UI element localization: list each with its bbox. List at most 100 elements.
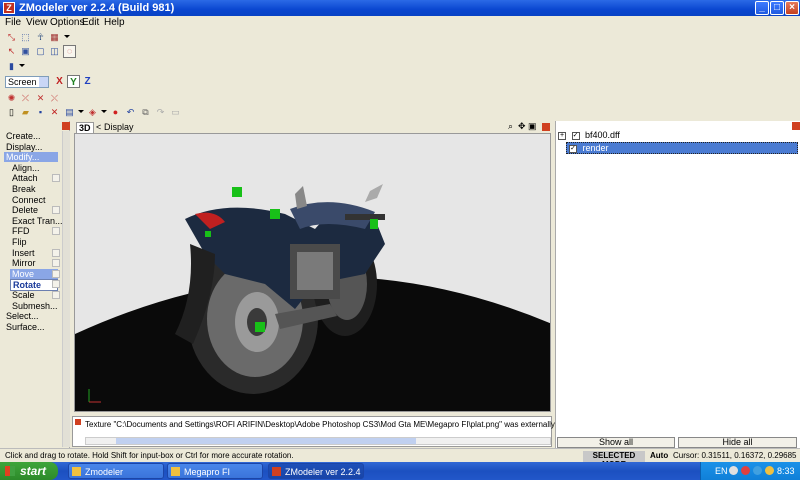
minimize-button[interactable]: _ xyxy=(755,1,769,15)
security-icon[interactable] xyxy=(741,466,750,475)
command-item[interactable]: Exact Tran... xyxy=(12,216,63,226)
viewport-back[interactable]: < xyxy=(96,122,101,132)
show-all-button[interactable]: Show all xyxy=(557,437,675,448)
menu-file[interactable]: File xyxy=(5,17,21,28)
select-all-icon[interactable]: ◫ xyxy=(48,45,61,58)
command-item[interactable]: Mirror xyxy=(12,258,36,268)
command-item[interactable]: Scale xyxy=(12,290,35,300)
pick-vertex-icon[interactable]: ⬚ xyxy=(19,31,32,44)
redo-icon[interactable]: ↷ xyxy=(154,106,167,119)
copy-icon[interactable]: ⧉ xyxy=(139,106,152,119)
task-zmodeler-window[interactable]: ZModeler ver 2.2.4 (... xyxy=(268,463,364,479)
maximize-button[interactable]: □ xyxy=(770,1,784,15)
command-options-button[interactable] xyxy=(52,248,60,257)
import-icon[interactable]: ▤ xyxy=(63,106,76,119)
command-options-button[interactable] xyxy=(52,280,60,289)
command-item[interactable]: Modify... xyxy=(4,152,58,163)
log-scrollbar[interactable] xyxy=(85,437,551,445)
hide-all-button[interactable]: Hide all xyxy=(678,437,797,448)
close-button[interactable]: × xyxy=(785,1,799,15)
command-item[interactable]: Break xyxy=(12,184,36,194)
axes-icon[interactable]: ⤡ xyxy=(5,31,18,44)
command-item[interactable]: Delete xyxy=(12,205,38,215)
command-item[interactable]: Select... xyxy=(6,311,39,321)
viewport-3d[interactable] xyxy=(74,133,551,412)
command-options-button[interactable] xyxy=(52,259,60,268)
select-cube-icon[interactable]: ▣ xyxy=(19,45,32,58)
menu-view[interactable]: View xyxy=(26,17,48,28)
maximize-view-icon[interactable]: ▣ xyxy=(528,121,537,132)
command-item[interactable]: Submesh... xyxy=(12,301,58,311)
command-item[interactable]: Attach xyxy=(12,173,38,183)
command-item[interactable]: Flip xyxy=(12,237,27,247)
status-auto[interactable]: Auto xyxy=(650,451,668,460)
select-arrow-icon[interactable]: ↖ xyxy=(5,45,18,58)
close-icon[interactable] xyxy=(542,123,550,131)
save-icon[interactable]: ▪ xyxy=(34,106,47,119)
weld-icon[interactable]: ✺ xyxy=(5,92,18,105)
chevron-down-icon[interactable] xyxy=(101,110,107,113)
zoom-icon[interactable]: ⌕ xyxy=(508,121,513,132)
new-file-icon[interactable]: ▯ xyxy=(5,106,18,119)
paste-icon[interactable]: ▭ xyxy=(169,106,182,119)
viewport-display-label[interactable]: Display xyxy=(104,122,134,132)
edge-tool-icon[interactable]: ✕ xyxy=(34,92,47,105)
command-item[interactable]: FFD xyxy=(12,226,30,236)
close-icon[interactable] xyxy=(75,419,81,425)
menu-edit[interactable]: Edit xyxy=(82,17,99,28)
chevron-down-icon[interactable] xyxy=(78,110,84,113)
menu-help[interactable]: Help xyxy=(104,17,125,28)
command-item[interactable]: Move xyxy=(10,268,58,279)
record-icon[interactable]: ● xyxy=(109,106,122,119)
vertex-tool-icon[interactable]: ⤫ xyxy=(19,92,32,105)
chevron-down-icon[interactable] xyxy=(19,64,25,67)
log-scrollbar-thumb[interactable] xyxy=(116,438,416,444)
command-item[interactable]: Surface... xyxy=(6,322,45,332)
volume-icon[interactable] xyxy=(753,466,762,475)
command-options-button[interactable] xyxy=(52,291,60,299)
task-zmodeler[interactable]: Zmodeler xyxy=(68,463,164,479)
render-icon[interactable]: ▦ xyxy=(48,31,61,44)
command-options-button[interactable] xyxy=(52,174,60,183)
command-options-button[interactable] xyxy=(52,206,60,215)
command-item[interactable]: Create... xyxy=(6,131,41,141)
axis-z-button[interactable]: Z xyxy=(81,75,94,88)
checkbox-icon[interactable]: ✓ xyxy=(569,144,577,153)
update-icon[interactable] xyxy=(765,466,774,475)
language-indicator[interactable]: EN xyxy=(715,466,728,476)
command-options-button[interactable] xyxy=(52,269,60,278)
axis-x-button[interactable]: X xyxy=(53,75,66,88)
title-bar[interactable]: Z ZModeler ver 2.2.4 (Build 981) _ □ × xyxy=(0,0,800,16)
delete-icon[interactable]: ✕ xyxy=(48,106,61,119)
export-icon[interactable]: ◈ xyxy=(86,106,99,119)
tree-item-render[interactable]: ✓ render xyxy=(566,142,798,154)
tree-item-bf400[interactable]: + ✓ bf400.dff xyxy=(558,130,620,140)
chevron-down-icon[interactable] xyxy=(64,35,70,38)
face-tool-icon[interactable]: ⤬ xyxy=(48,92,61,105)
start-button[interactable]: start xyxy=(0,462,58,480)
command-item[interactable]: Connect xyxy=(12,195,46,205)
tree-expander[interactable]: + xyxy=(558,131,566,140)
task-megapro[interactable]: Megapro FI xyxy=(167,463,263,479)
coordinate-space-select[interactable]: Screen xyxy=(5,76,49,88)
cylinder-icon[interactable]: ▮ xyxy=(5,60,18,73)
open-folder-icon[interactable]: ▰ xyxy=(19,106,32,119)
chevron-down-icon[interactable] xyxy=(39,77,48,87)
app-icon[interactable]: Z xyxy=(3,2,15,14)
close-icon[interactable] xyxy=(62,122,70,130)
undo-icon[interactable]: ↶ xyxy=(124,106,137,119)
command-item[interactable]: Insert xyxy=(12,248,35,258)
command-item[interactable]: Display... xyxy=(6,142,42,152)
command-panel-scrollbar[interactable] xyxy=(62,131,70,447)
command-options-button[interactable] xyxy=(52,227,60,236)
close-icon[interactable] xyxy=(792,122,800,130)
pan-icon[interactable]: ✥ xyxy=(518,121,526,132)
lasso-icon[interactable]: ◌ xyxy=(63,45,76,58)
checkbox-icon[interactable]: ✓ xyxy=(571,131,580,140)
command-item[interactable]: Align... xyxy=(12,163,40,173)
menu-options[interactable]: Options xyxy=(50,17,84,28)
axis-y-button[interactable]: Y xyxy=(67,75,80,88)
figure-icon[interactable]: ☥ xyxy=(34,31,47,44)
network-icon[interactable] xyxy=(729,466,738,475)
select-box-icon[interactable]: ▢ xyxy=(34,45,47,58)
